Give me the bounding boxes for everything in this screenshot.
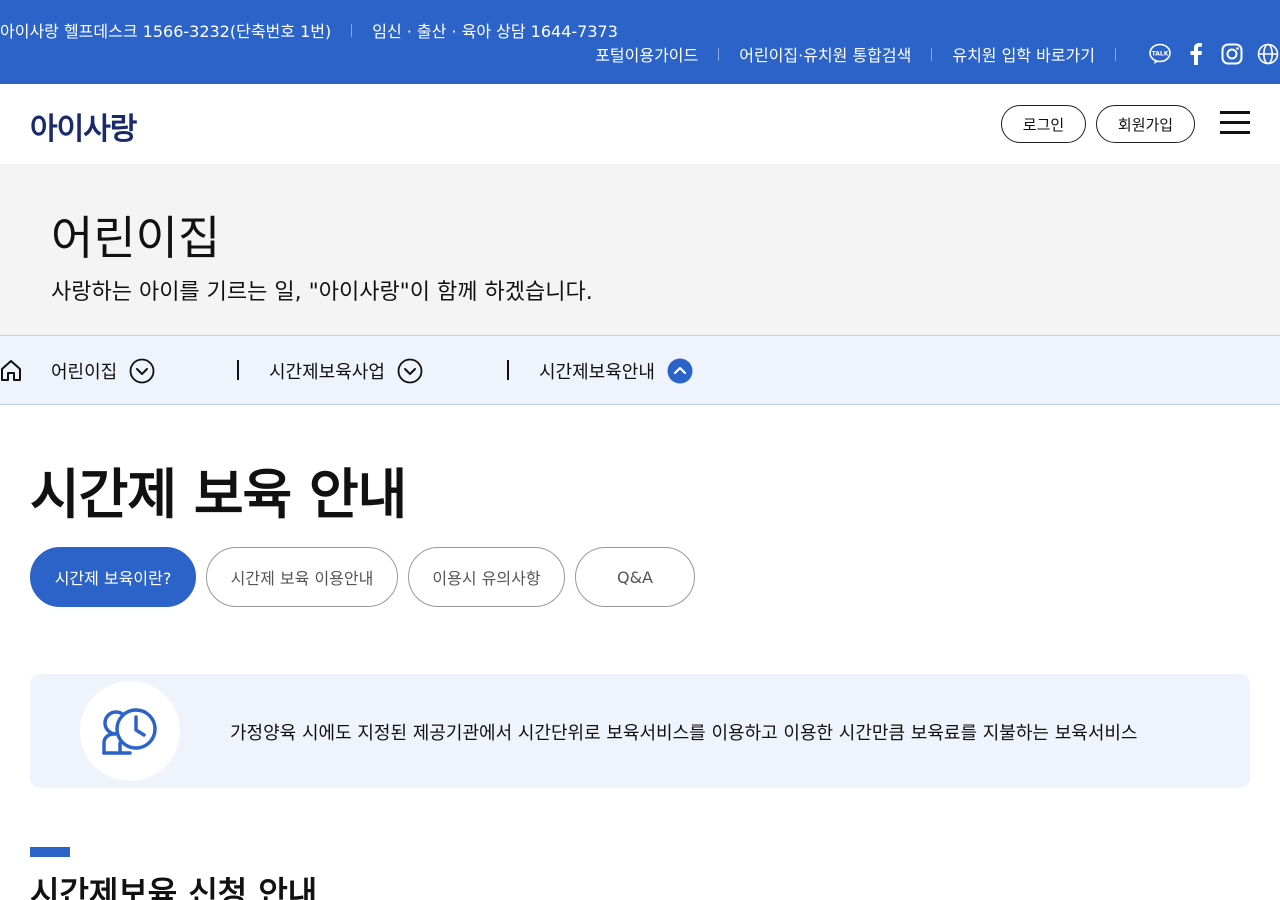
divider: [351, 23, 353, 37]
chevron-up-icon: [667, 358, 693, 384]
login-button[interactable]: 로그인: [1001, 105, 1086, 143]
breadcrumb-label: 어린이집: [51, 362, 118, 383]
signup-button[interactable]: 회원가입: [1096, 105, 1195, 143]
section-accent-bar: [30, 847, 70, 857]
facebook-icon[interactable]: [1184, 42, 1208, 66]
divider: [718, 47, 720, 61]
breadcrumb: 어린이집 시간제보육사업 시간제보육안내: [0, 335, 1280, 405]
tab-qna[interactable]: Q&A: [575, 547, 695, 607]
portal-guide-link[interactable]: 포털이용가이드: [595, 42, 698, 66]
utility-links: 포털이용가이드 어린이집·유치원 통합검색 유치원 입학 바로가기 TALK: [595, 42, 1280, 66]
child-clock-icon: [80, 681, 180, 781]
definition-box: 가정양육 시에도 지정된 제공기관에서 시간단위로 보육서비스를 이용하고 이용…: [30, 674, 1250, 788]
menu-icon[interactable]: [1220, 111, 1250, 135]
tab-usage-guide[interactable]: 시간제 보육 이용안내: [206, 547, 398, 607]
chevron-down-icon: [397, 358, 423, 384]
page-title: 시간제 보육 안내: [30, 463, 407, 526]
site-logo[interactable]: 아이사랑: [30, 104, 137, 148]
consult-text: 임신 · 출산 · 육아 상담 1644-7373: [372, 22, 618, 41]
breadcrumb-item-hourly-guide[interactable]: 시간제보육안내: [539, 358, 693, 384]
divider: [507, 360, 509, 380]
integrated-search-link[interactable]: 어린이집·유치원 통합검색: [739, 42, 911, 66]
home-icon[interactable]: [0, 358, 22, 382]
section-title: 시간제보육 신청 안내: [30, 874, 318, 900]
breadcrumb-item-hourly-program[interactable]: 시간제보육사업: [269, 358, 423, 384]
tab-what-is-hourly-care[interactable]: 시간제 보육이란?: [30, 547, 196, 607]
chevron-down-icon: [129, 358, 155, 384]
breadcrumb-label: 시간제보육안내: [539, 362, 655, 383]
kakao-talk-icon[interactable]: TALK: [1148, 42, 1172, 66]
top-utility-bar: 아이사랑 헬프데스크 1566-3232(단축번호 1번) 임신 · 출산 · …: [0, 0, 1280, 84]
kindergarten-admission-link[interactable]: 유치원 입학 바로가기: [952, 42, 1095, 66]
helpdesk-text: 아이사랑 헬프데스크 1566-3232(단축번호 1번): [0, 22, 332, 41]
hero-title: 어린이집: [51, 211, 221, 265]
breadcrumb-label: 시간제보육사업: [269, 362, 385, 383]
site-header: 아이사랑 로그인 회원가입: [0, 84, 1280, 164]
breadcrumb-item-daycare[interactable]: 어린이집: [51, 358, 155, 384]
instagram-icon[interactable]: [1220, 42, 1244, 66]
definition-text: 가정양육 시에도 지정된 제공기관에서 시간단위로 보육서비스를 이용하고 이용…: [230, 723, 1138, 744]
globe-icon[interactable]: [1256, 42, 1280, 66]
svg-text:TALK: TALK: [1152, 51, 1169, 58]
hero-subtitle: 사랑하는 아이를 기르는 일, "아이사랑"이 함께 하겠습니다.: [51, 280, 593, 305]
hero-banner: 어린이집 사랑하는 아이를 기르는 일, "아이사랑"이 함께 하겠습니다.: [0, 164, 1280, 335]
divider: [237, 360, 239, 380]
contact-line: 아이사랑 헬프데스크 1566-3232(단축번호 1번) 임신 · 출산 · …: [0, 18, 618, 42]
tab-precautions[interactable]: 이용시 유의사항: [408, 547, 565, 607]
divider: [1115, 47, 1116, 61]
divider: [931, 47, 933, 61]
